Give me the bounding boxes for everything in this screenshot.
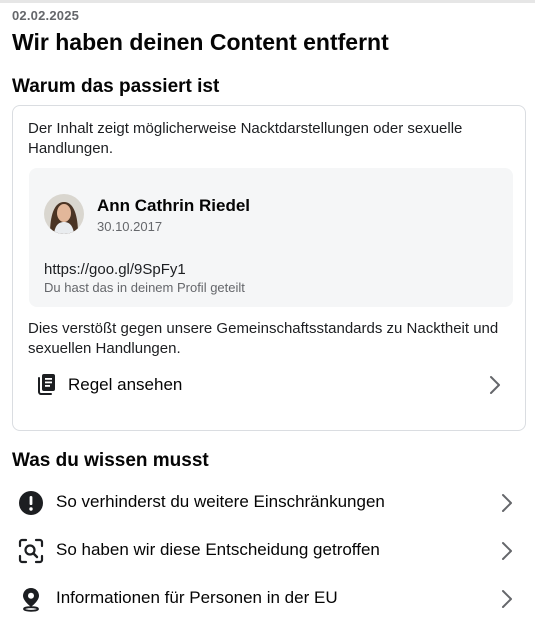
document-icon — [35, 372, 61, 398]
chevron-right-icon — [488, 375, 502, 395]
location-pin-icon — [18, 586, 44, 612]
violation-text: Dies verstößt gegen unsere Gemeinschafts… — [28, 320, 499, 357]
exclamation-icon — [18, 490, 44, 516]
chevron-right-icon — [500, 493, 514, 513]
reason-card: Der Inhalt zeigt möglicherweise Nacktdar… — [12, 105, 526, 431]
eu-info-link[interactable]: Informationen für Personen in der EU — [0, 578, 535, 618]
decision-process-link[interactable]: So haben wir diese Entscheidung getroffe… — [0, 530, 535, 570]
top-divider — [0, 0, 535, 3]
notice-date: 02.02.2025 — [12, 8, 80, 23]
prevent-restrictions-link[interactable]: So verhinderst du weitere Einschränkunge… — [0, 482, 535, 522]
removed-post-preview: Ann Cathrin Riedel 30.10.2017 https://go… — [29, 168, 513, 307]
reason-section-title: Warum das passiert ist — [12, 76, 220, 97]
face-scan-icon — [18, 538, 44, 564]
post-share-note: Du hast das in deinem Profil geteilt — [44, 280, 245, 295]
info-section-title: Was du wissen musst — [12, 450, 209, 471]
eu-info-label: Informationen für Personen in der EU — [56, 588, 338, 607]
reason-description: Der Inhalt zeigt möglicherweise Nacktdar… — [28, 120, 463, 157]
decision-process-label: So haben wir diese Entscheidung getroffe… — [56, 540, 380, 559]
avatar — [44, 194, 84, 234]
prevent-restrictions-label: So verhinderst du weitere Einschränkunge… — [56, 492, 385, 511]
post-link: https://goo.gl/9SpFy1 — [44, 261, 186, 278]
post-date: 30.10.2017 — [97, 219, 163, 234]
view-rule-label: Regel ansehen — [68, 375, 183, 394]
chevron-right-icon — [500, 541, 514, 561]
post-author: Ann Cathrin Riedel — [97, 196, 251, 215]
chevron-right-icon — [500, 589, 514, 609]
view-rule-link[interactable]: Regel ansehen — [13, 364, 513, 404]
page-title: Wir haben deinen Content entfernt — [12, 29, 389, 55]
